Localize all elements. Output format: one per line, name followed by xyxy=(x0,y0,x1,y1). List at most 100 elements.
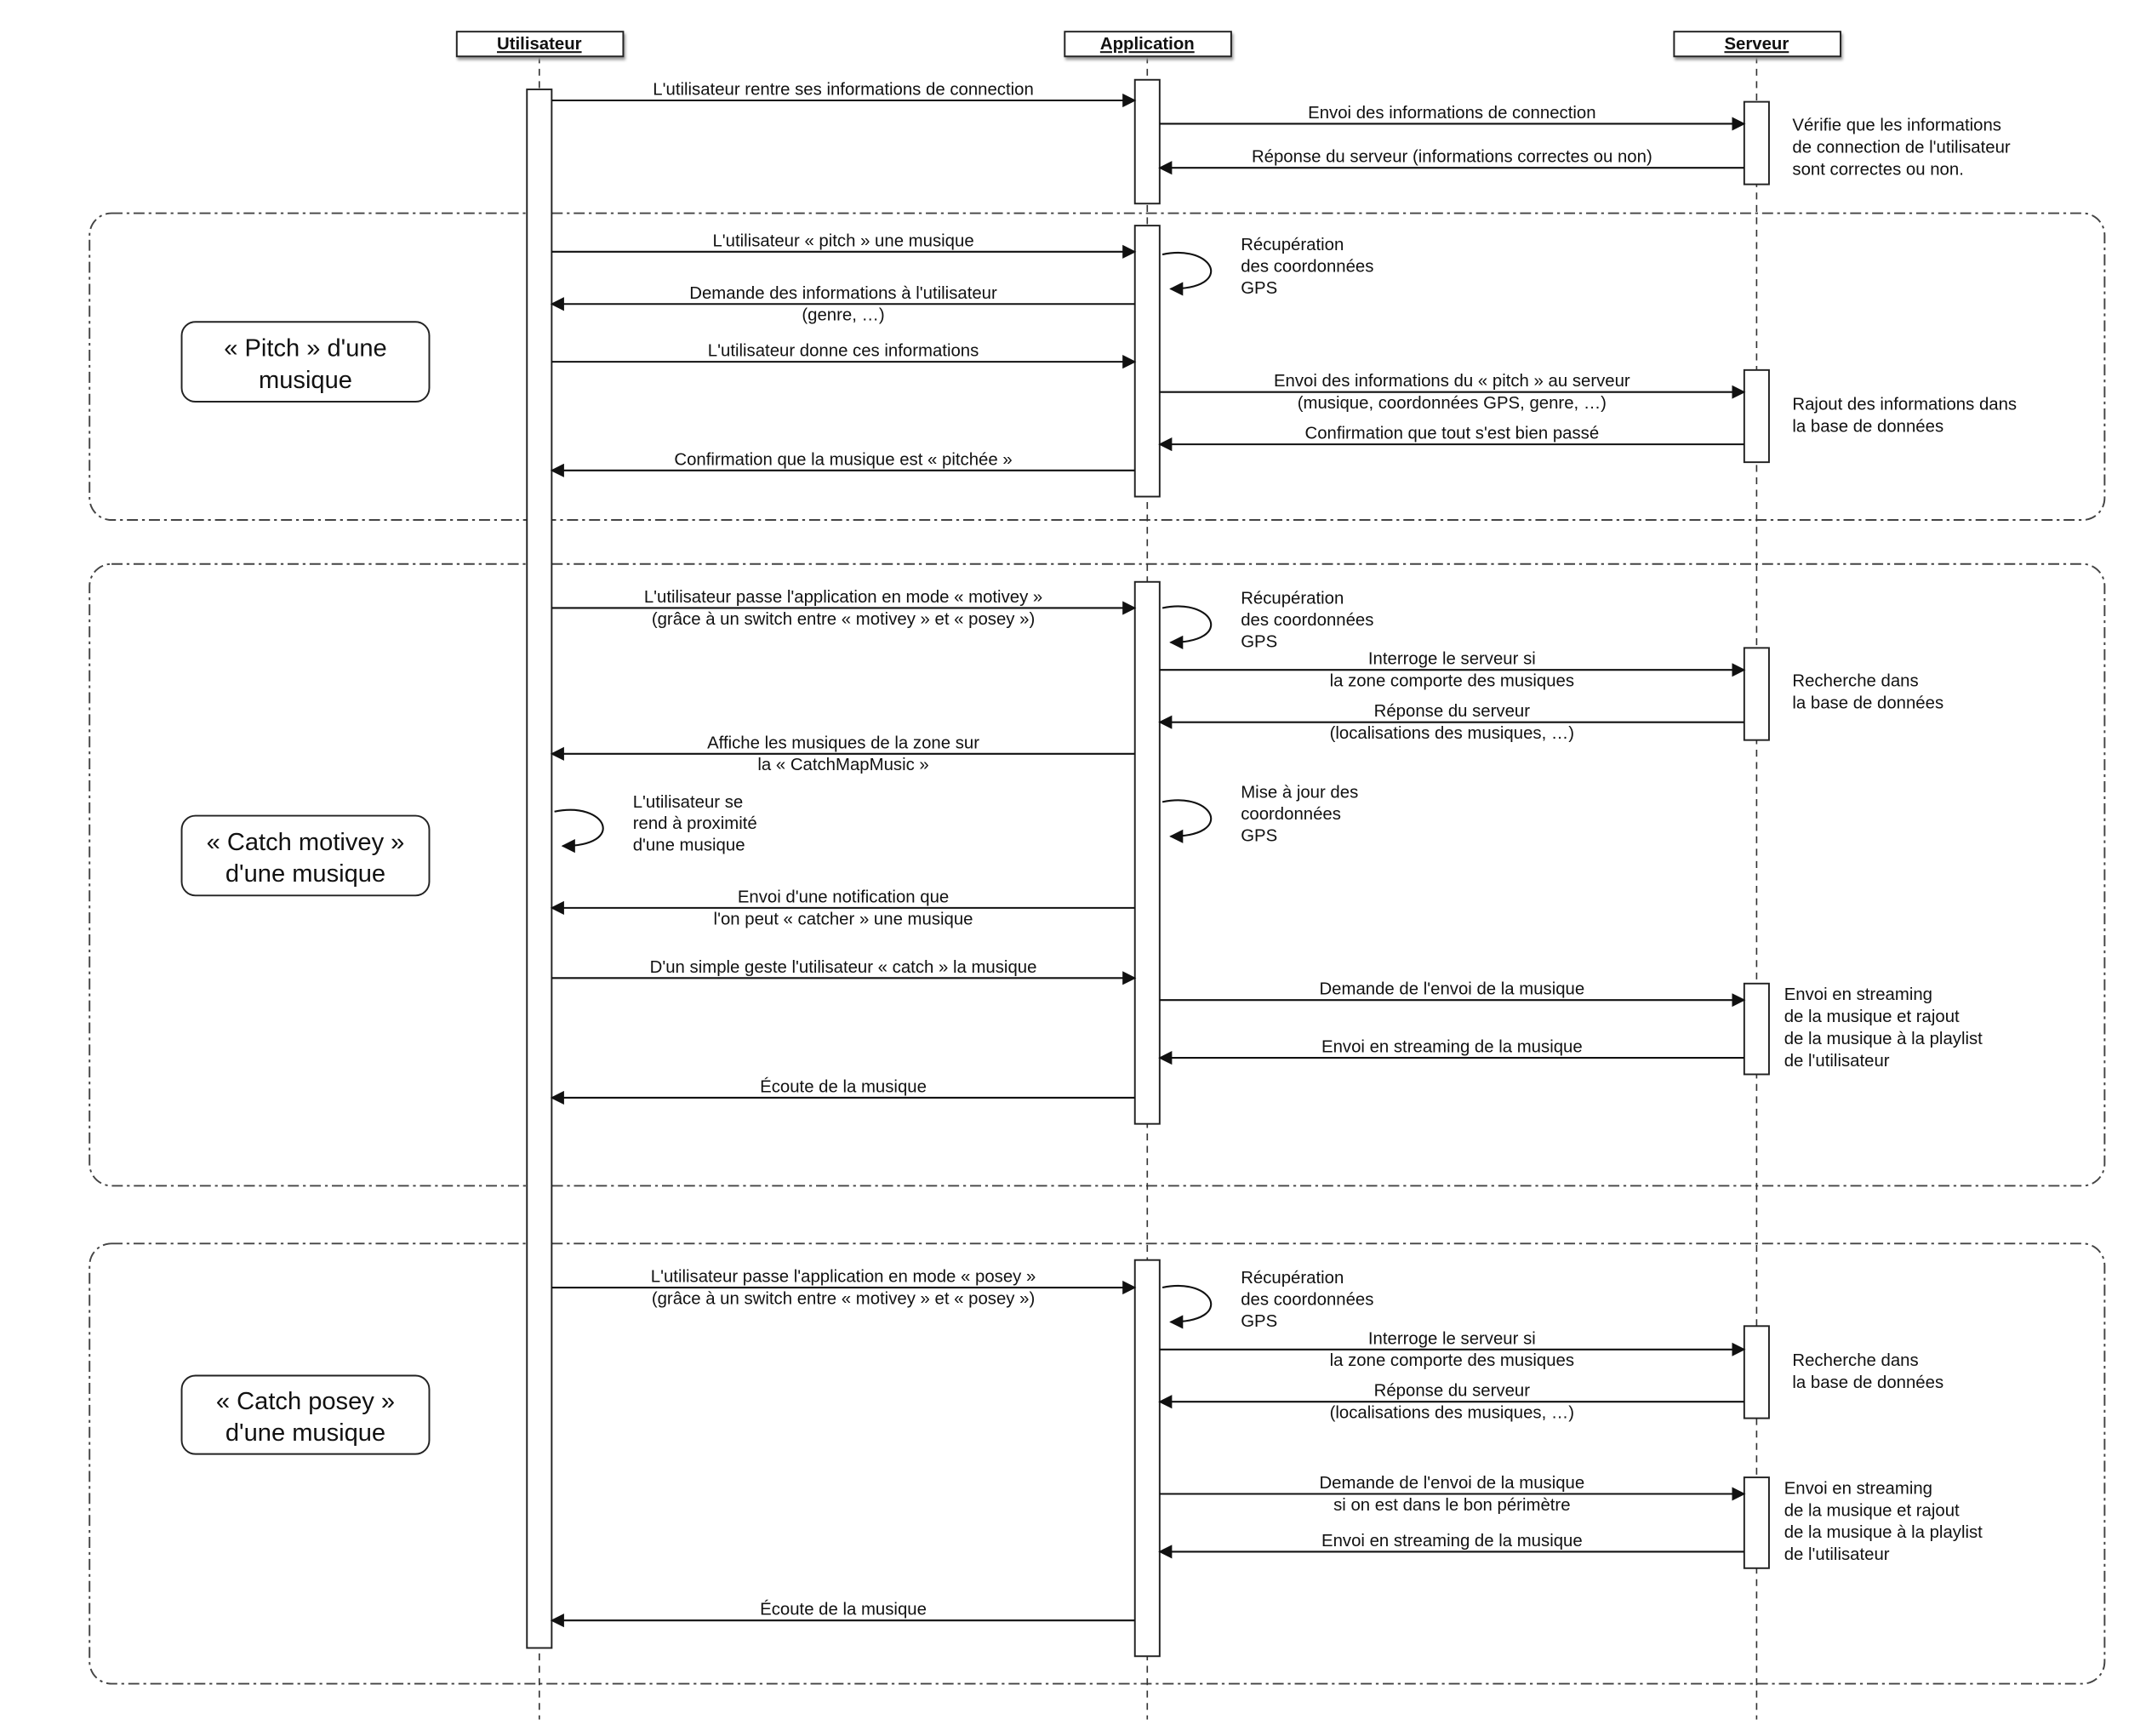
server-note: Envoi en streaming de la musique et rajou… xyxy=(1784,1479,1983,1564)
message-label: la « CatchMapMusic » xyxy=(757,756,928,774)
message-label: (localisations des musiques, …) xyxy=(1330,724,1574,743)
message-label: la zone comporte des musiques xyxy=(1330,672,1574,691)
participant-0: Utilisateur xyxy=(455,31,625,58)
message-label: Confirmation que tout s'est bien passé xyxy=(1304,425,1599,443)
server-note: Recherche dans la base de données xyxy=(1792,672,1943,713)
message-arrow: Affiche les musiques de la zone sur la « … xyxy=(550,734,1135,774)
message-arrow: Demande des informations à l'utilisateur… xyxy=(550,284,1135,325)
note-text: Envoi en streaming xyxy=(1784,985,1932,1004)
self-message-label: Récupération xyxy=(1241,590,1344,608)
note-text: de l'utilisateur xyxy=(1784,1052,1890,1071)
message-arrow: L'utilisateur « pitch » une musique xyxy=(551,231,1137,259)
self-message: Récupération des coordonnées GPS xyxy=(1161,236,1373,298)
message-label: Envoi des informations du « pitch » au s… xyxy=(1274,372,1630,391)
frame-label: « Catch motivey » xyxy=(207,829,405,856)
message-arrow: Réponse du serveur (localisations des mus… xyxy=(1158,1382,1744,1423)
participant-2: Serveur xyxy=(1673,31,1841,58)
message-arrow: Envoi en streaming de la musique xyxy=(1158,1532,1744,1559)
message-label: Écoute de la musique xyxy=(760,1076,927,1096)
message-arrow: L'utilisateur passe l'application en mod… xyxy=(551,1268,1137,1308)
message-arrow: D'un simple geste l'utilisateur « catch … xyxy=(551,958,1137,985)
frame-label: musique xyxy=(259,367,352,394)
message-label: (grâce à un switch entre « motivey » et … xyxy=(652,610,1035,629)
message-label: Affiche les musiques de la zone sur xyxy=(707,734,979,752)
message-label: Interroge le serveur si xyxy=(1368,650,1536,669)
note-text: de la musique à la playlist xyxy=(1784,1030,1983,1048)
self-message-label: coordonnées xyxy=(1241,805,1341,824)
message-label: L'utilisateur donne ces informations xyxy=(708,342,979,361)
message-label: Envoi d'une notification que xyxy=(738,888,949,906)
server-note: Recherche dans la base de données xyxy=(1792,1351,1943,1392)
note-text: la base de données xyxy=(1792,694,1943,712)
activation-bar xyxy=(1743,982,1770,1076)
self-message-label: GPS xyxy=(1241,826,1277,845)
frame-label: d'une musique xyxy=(225,860,385,888)
note-text: Envoi en streaming xyxy=(1784,1479,1932,1498)
message-arrow: Confirmation que tout s'est bien passé xyxy=(1158,425,1744,452)
message-arrow: L'utilisateur donne ces informations xyxy=(551,342,1137,369)
message-arrow: Demande de l'envoi de la musique si on es… xyxy=(1159,1474,1746,1515)
activation-bar xyxy=(1743,1476,1770,1569)
message-arrow: Confirmation que la musique est « pitché… xyxy=(550,450,1135,477)
participant-name: Application xyxy=(1100,35,1195,54)
activation-bar xyxy=(1133,1259,1161,1658)
note-text: de la musique et rajout xyxy=(1784,1008,1960,1026)
self-message: Récupération des coordonnées GPS xyxy=(1161,1269,1373,1331)
message-label: l'on peut « catcher » une musique xyxy=(714,910,973,928)
note-text: Vérifie que les informations xyxy=(1792,117,2001,135)
note-text: la base de données xyxy=(1792,1373,1943,1392)
note-text: Recherche dans xyxy=(1792,672,1918,691)
note-text: Rajout des informations dans xyxy=(1792,396,2017,414)
sequence-diagram: « Pitch » d'une musique « Catch motivey » d… xyxy=(88,31,2106,1720)
message-arrow: Demande de l'envoi de la musique xyxy=(1159,980,1746,1008)
activation-bar xyxy=(1133,78,1161,205)
frame-label: « Pitch » d'une xyxy=(224,335,386,363)
message-arrow: Envoi des informations du « pitch » au s… xyxy=(1159,372,1746,413)
server-note: Envoi en streaming de la musique et rajou… xyxy=(1784,985,1983,1071)
message-label: si on est dans le bon périmètre xyxy=(1333,1496,1570,1515)
activation-bar xyxy=(1743,647,1770,741)
message-label: (genre, …) xyxy=(802,306,884,325)
message-arrow: Interroge le serveur si la zone comporte … xyxy=(1159,650,1746,691)
message-arrow: Écoute de la musique xyxy=(550,1600,1135,1628)
message-label: Demande des informations à l'utilisateur xyxy=(689,284,997,303)
self-message-label: des coordonnées xyxy=(1241,611,1373,630)
activation-bar xyxy=(1133,580,1161,1125)
activation-bar xyxy=(526,89,553,1649)
message-arrow: Écoute de la musique xyxy=(550,1076,1135,1105)
note-text: de l'utilisateur xyxy=(1784,1545,1890,1564)
activation-bar xyxy=(1743,1325,1770,1419)
message-arrow: L'utilisateur passe l'application en mod… xyxy=(551,588,1137,629)
interaction-frame: « Pitch » d'une musique xyxy=(88,212,2106,521)
message-label: Envoi en streaming de la musique xyxy=(1321,1532,1583,1550)
message-label: L'utilisateur « pitch » une musique xyxy=(712,231,973,250)
self-message: Récupération des coordonnées GPS xyxy=(1161,590,1373,651)
activation-bar xyxy=(1743,368,1770,464)
self-message-label: des coordonnées xyxy=(1241,1291,1373,1310)
message-label: Demande de l'envoi de la musique xyxy=(1319,980,1584,999)
message-label: L'utilisateur passe l'application en mod… xyxy=(644,588,1042,607)
server-note: Rajout des informations dans la base de d… xyxy=(1792,396,2017,437)
activation-bar xyxy=(1743,100,1770,186)
note-text: sont correctes ou non. xyxy=(1792,160,1963,179)
participant-1: Application xyxy=(1064,31,1232,58)
message-label: D'un simple geste l'utilisateur « catch … xyxy=(650,958,1037,977)
message-label: Envoi des informations de connection xyxy=(1308,104,1595,123)
message-label: Écoute de la musique xyxy=(760,1600,927,1619)
message-label: Interroge le serveur si xyxy=(1368,1329,1536,1348)
message-label: (localisations des musiques, …) xyxy=(1330,1404,1574,1423)
self-message-label: Récupération xyxy=(1241,236,1344,254)
interaction-frame: « Catch motivey » d'une musique xyxy=(88,562,2106,1187)
message-arrow: Envoi des informations de connection xyxy=(1159,104,1746,131)
message-label: Envoi en streaming de la musique xyxy=(1321,1038,1583,1057)
message-arrow: Interroge le serveur si la zone comporte … xyxy=(1159,1329,1746,1370)
self-message-label: Mise à jour des xyxy=(1241,784,1358,802)
message-arrow: Envoi d'une notification que l'on peut « … xyxy=(550,888,1135,928)
self-message: Mise à jour des coordonnées GPS xyxy=(1161,784,1358,845)
message-arrow: Envoi en streaming de la musique xyxy=(1158,1038,1744,1065)
interaction-frame: « Catch posey » d'une musique xyxy=(88,1242,2106,1685)
message-arrow: L'utilisateur rentre ses informations de… xyxy=(551,81,1137,108)
note-text: de connection de l'utilisateur xyxy=(1792,138,2011,157)
message-label: (musique, coordonnées GPS, genre, …) xyxy=(1298,394,1607,413)
frame-label: d'une musique xyxy=(225,1419,385,1447)
